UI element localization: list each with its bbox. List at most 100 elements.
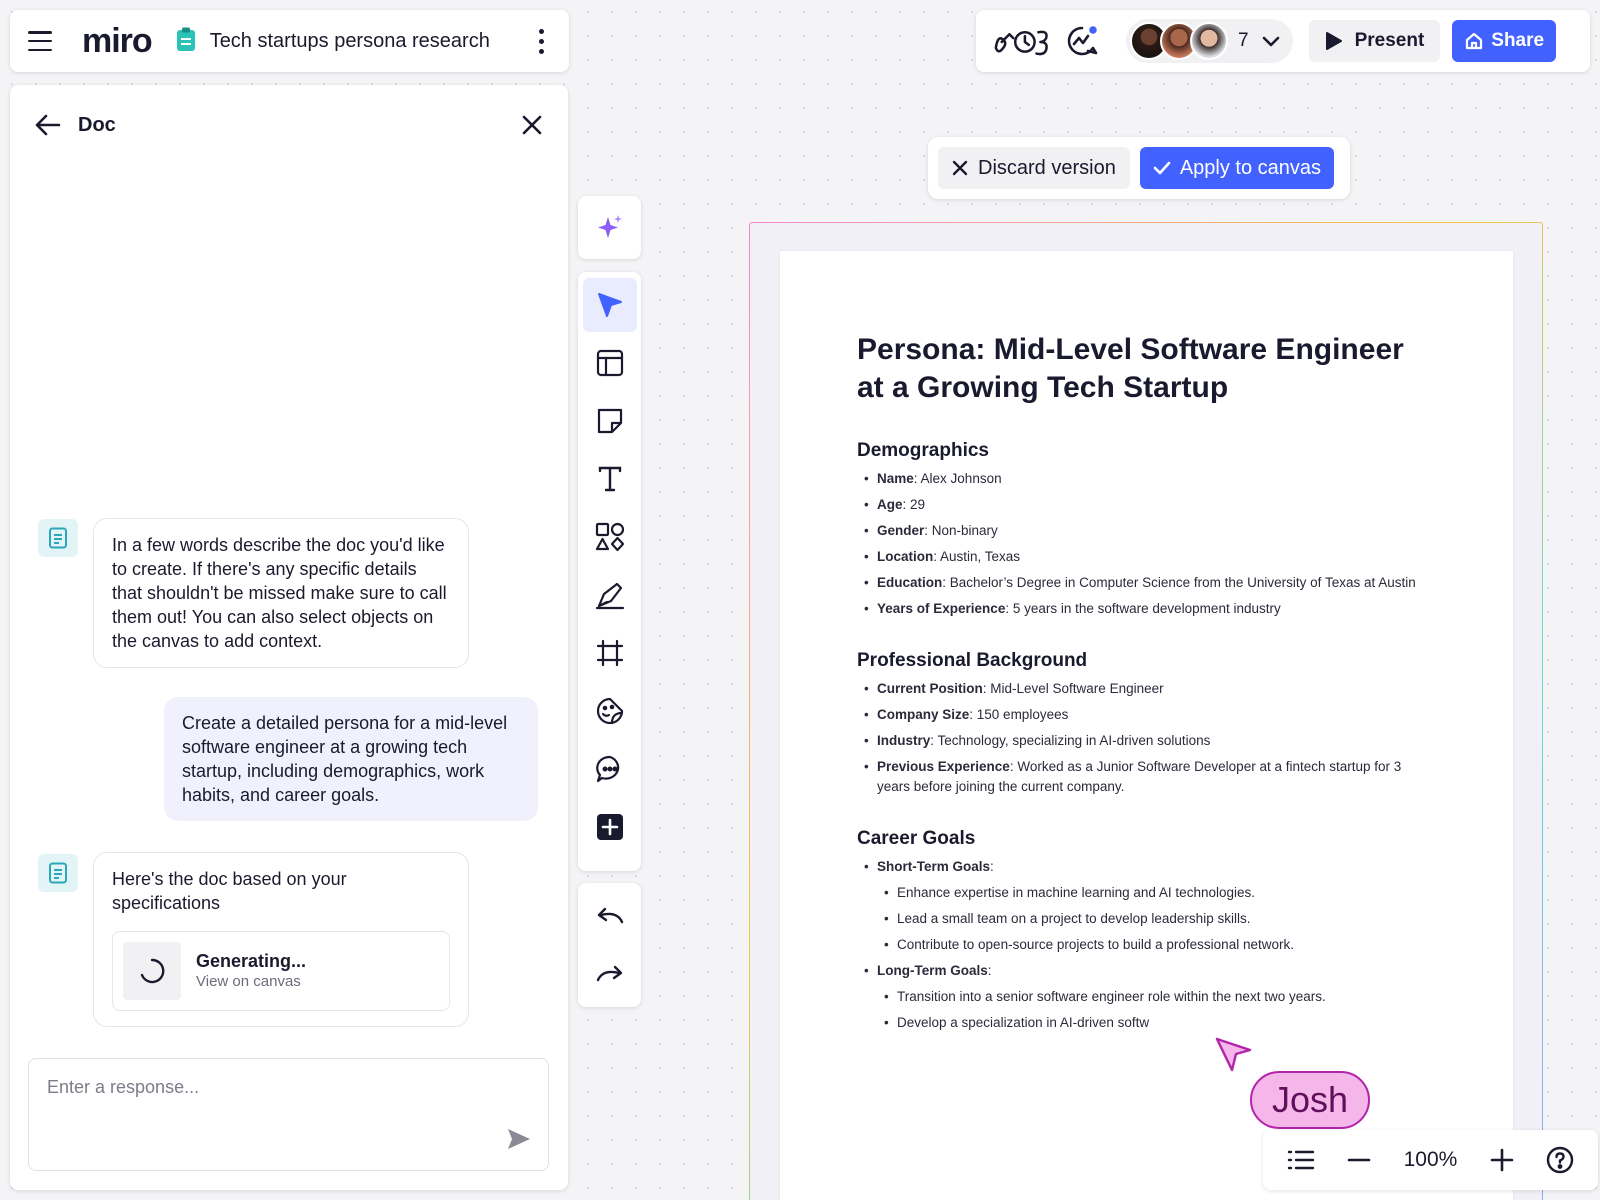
share-button[interactable]: Share xyxy=(1452,20,1557,62)
list-item-value: : 5 years in the software development in… xyxy=(1005,601,1281,616)
doc-assistant-panel: Doc In a few words describe the doc you'… xyxy=(10,85,568,1190)
doc-panel-title: Doc xyxy=(78,113,116,136)
zoom-out-icon[interactable] xyxy=(1347,1148,1371,1172)
assistant-message: Here's the doc based on your specificati… xyxy=(93,852,469,1027)
share-label: Share xyxy=(1491,30,1545,51)
list-item-label: Current Position xyxy=(877,681,983,696)
participants-group[interactable]: 7 xyxy=(1126,19,1293,63)
stickers-emoji-icon[interactable] xyxy=(583,684,637,738)
list-item-label: Years of Experience xyxy=(877,601,1006,616)
collaborator-name-tag: Josh xyxy=(1250,1071,1371,1129)
activity-chat-icon[interactable] xyxy=(1052,21,1112,61)
list-item-label: Age xyxy=(877,497,903,512)
list-item: Age: 29 xyxy=(857,495,1437,515)
doc-clipboard-icon xyxy=(176,26,196,57)
list-item: Location: Austin, Texas xyxy=(857,547,1437,567)
comment-icon[interactable] xyxy=(583,742,637,796)
present-label: Present xyxy=(1354,30,1425,51)
sub-list-item: Contribute to open-source projects to bu… xyxy=(857,935,1437,955)
apply-to-canvas-button[interactable]: Apply to canvas xyxy=(1139,147,1335,189)
present-button[interactable]: Present xyxy=(1308,20,1441,62)
sub-list-item: Transition into a senior software engine… xyxy=(857,987,1437,1007)
list-item-label: Education xyxy=(877,575,943,590)
generating-status: Generating... xyxy=(196,951,307,971)
list-item-value: : 29 xyxy=(902,497,926,512)
list-item-label: Long-Term Goals xyxy=(877,963,988,978)
close-icon xyxy=(952,160,968,176)
collaboration-bar: 7 Present Share xyxy=(976,10,1590,72)
list-item-label: Name xyxy=(877,471,914,486)
add-more-icon[interactable] xyxy=(583,800,637,854)
reactions-timer-icon[interactable] xyxy=(992,21,1052,61)
back-arrow-icon[interactable] xyxy=(34,113,62,137)
loading-spinner-icon xyxy=(123,942,181,1000)
assistant-message-text: Here's the doc based on your specificati… xyxy=(112,869,347,913)
close-icon[interactable] xyxy=(520,113,544,137)
tool-bar-ai xyxy=(578,196,641,259)
list-item-label: Gender xyxy=(877,523,925,538)
send-icon[interactable] xyxy=(506,1127,532,1156)
frame-tool-icon[interactable] xyxy=(583,626,637,680)
outline-list-icon[interactable] xyxy=(1287,1148,1315,1172)
help-icon[interactable] xyxy=(1546,1146,1574,1174)
sub-list-item: Lead a small team on a project to develo… xyxy=(857,909,1437,929)
pen-draw-icon[interactable] xyxy=(583,568,637,622)
generating-doc-card[interactable]: Generating... View on canvas xyxy=(112,931,450,1011)
list-item: Industry: Technology, specializing in AI… xyxy=(857,731,1437,751)
doc-panel-header: Doc xyxy=(34,105,544,145)
templates-icon[interactable] xyxy=(583,336,637,390)
shapes-icon[interactable] xyxy=(583,510,637,564)
response-input[interactable]: Enter a response... xyxy=(28,1058,549,1171)
list-item-value: : xyxy=(990,859,994,874)
chevron-down-icon[interactable] xyxy=(1261,34,1281,48)
text-tool-icon[interactable] xyxy=(583,452,637,506)
board-title[interactable]: Tech startups persona research xyxy=(210,30,490,53)
persona-document[interactable]: Persona: Mid-Level Software Engineer at … xyxy=(780,251,1513,1200)
redo-icon[interactable] xyxy=(583,947,637,1001)
avatar[interactable] xyxy=(1190,22,1228,60)
list-item: Current Position: Mid-Level Software Eng… xyxy=(857,679,1437,699)
discard-version-label: Discard version xyxy=(978,156,1116,179)
select-cursor-tool-icon[interactable] xyxy=(582,278,637,332)
doc-assistant-icon xyxy=(38,854,78,892)
zoom-in-icon[interactable] xyxy=(1490,1148,1514,1172)
undo-icon[interactable] xyxy=(583,889,637,943)
more-options-icon[interactable] xyxy=(531,28,551,54)
list-item: Education: Bachelor’s Degree in Computer… xyxy=(857,573,1437,593)
zoom-level[interactable]: 100% xyxy=(1404,1148,1458,1172)
list-item-value: : xyxy=(987,963,992,978)
list-item-value: : Non-binary xyxy=(924,523,998,538)
document-title: Persona: Mid-Level Software Engineer at … xyxy=(857,333,1404,404)
discard-version-button[interactable]: Discard version xyxy=(938,147,1130,189)
checkmark-icon xyxy=(1153,161,1171,175)
list-item-label: Company Size xyxy=(877,707,970,722)
view-on-canvas-link[interactable]: View on canvas xyxy=(196,972,306,992)
list-item-label: Location xyxy=(877,549,934,564)
list-item-value: : Austin, Texas xyxy=(933,549,1021,564)
list-item-value: : Mid-Level Software Engineer xyxy=(982,681,1164,696)
list-item: Gender: Non-binary xyxy=(857,521,1437,541)
list-item-label: Short-Term Goals xyxy=(877,859,991,874)
version-actions-bar: Discard version Apply to canvas xyxy=(928,137,1350,199)
list-item: Long-Term Goals: xyxy=(857,961,1437,981)
list-item-value: : Technology, specializing in AI-driven … xyxy=(930,733,1211,748)
user-message: Create a detailed persona for a mid-leve… xyxy=(164,697,538,821)
sub-list-item: Develop a specialization in AI-driven so… xyxy=(857,1013,1437,1033)
assistant-message: In a few words describe the doc you'd li… xyxy=(93,518,469,668)
ai-sparkle-icon[interactable] xyxy=(583,201,637,255)
zoom-controls: 100% xyxy=(1263,1130,1598,1190)
miro-logo[interactable]: miro xyxy=(82,24,153,58)
collaborator-cursor-icon xyxy=(1214,1036,1254,1081)
list-item-value: : Bachelor’s Degree in Computer Science … xyxy=(942,575,1416,590)
participant-count: 7 xyxy=(1238,30,1249,51)
history-toolbar xyxy=(578,883,641,1007)
sub-list-item: Enhance expertise in machine learning an… xyxy=(857,883,1437,903)
hamburger-menu-icon[interactable] xyxy=(28,31,52,51)
apply-to-canvas-label: Apply to canvas xyxy=(1179,156,1322,179)
list-item: Short-Term Goals: xyxy=(857,857,1437,877)
board-header: miro Tech startups persona research xyxy=(10,10,569,72)
response-input-placeholder: Enter a response... xyxy=(47,1077,200,1097)
sticky-note-icon[interactable] xyxy=(583,394,637,448)
list-item: Previous Experience: Worked as a Junior … xyxy=(857,757,1437,797)
list-item-label: Previous Experience xyxy=(877,759,1010,774)
